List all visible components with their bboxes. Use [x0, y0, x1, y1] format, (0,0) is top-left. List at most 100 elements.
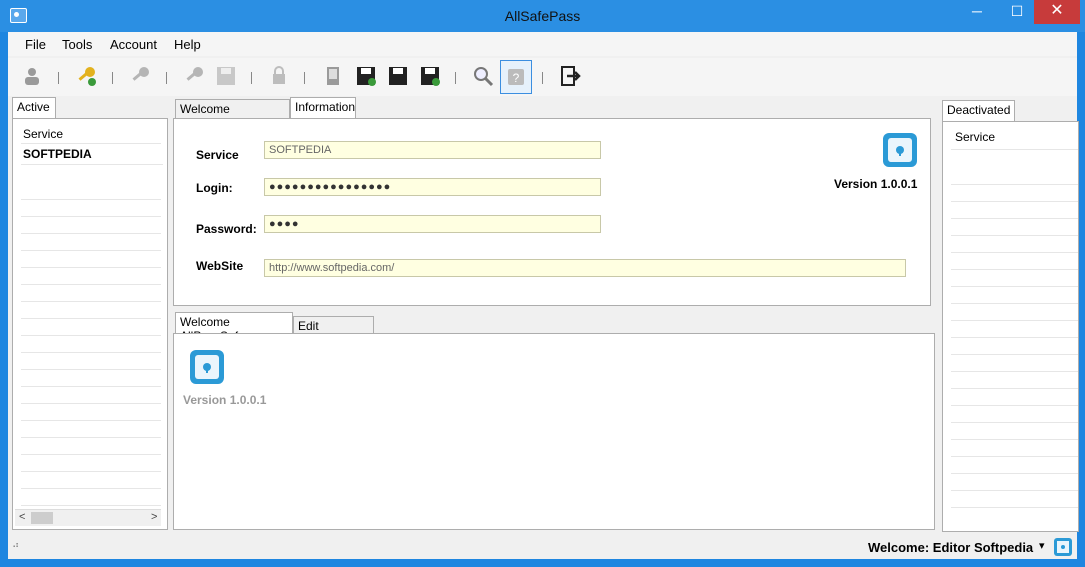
- tab-active[interactable]: Active: [12, 97, 56, 119]
- list-row: [951, 252, 1078, 270]
- list-row: [21, 284, 161, 302]
- horizontal-scrollbar[interactable]: < >: [15, 509, 161, 526]
- list-row: [951, 167, 1078, 185]
- service-field[interactable]: SOFTPEDIA: [264, 141, 601, 159]
- list-row: [951, 490, 1078, 508]
- list-row: [951, 132, 1078, 150]
- save-disabled-icon[interactable]: [214, 64, 238, 88]
- close-button[interactable]: ✕: [1034, 0, 1080, 24]
- list-row: [21, 437, 161, 455]
- lock-icon[interactable]: [267, 64, 291, 88]
- scroll-right-icon[interactable]: >: [151, 511, 157, 523]
- password-label: Password:: [196, 222, 257, 236]
- deactivated-list: Service: [942, 121, 1079, 532]
- scroll-thumb[interactable]: [31, 512, 53, 524]
- list-row: [951, 235, 1078, 253]
- list-row: [21, 250, 161, 268]
- toolbar-separator: [251, 72, 252, 84]
- list-row: [21, 369, 161, 387]
- service-label: Service: [196, 148, 239, 162]
- list-row: [21, 488, 161, 506]
- list-row: [21, 301, 161, 319]
- list-row: [21, 199, 161, 217]
- menu-bar: File Tools Account Help: [8, 32, 1077, 56]
- toolbar-separator: [112, 72, 113, 84]
- list-row: [951, 320, 1078, 338]
- list-row: [951, 286, 1078, 304]
- save-add-icon[interactable]: [354, 64, 378, 88]
- welcome-panel: Version 1.0.0.1: [173, 333, 935, 530]
- list-row: [21, 454, 161, 472]
- search-key-icon[interactable]: [183, 64, 207, 88]
- list-item[interactable]: SOFTPEDIA: [21, 147, 163, 165]
- save-export-icon[interactable]: [418, 64, 442, 88]
- menu-file[interactable]: File: [25, 37, 46, 52]
- list-row: [951, 354, 1078, 372]
- toolbar-separator: [166, 72, 167, 84]
- list-row: [951, 184, 1078, 202]
- login-field[interactable]: ●●●●●●●●●●●●●●●●: [264, 178, 601, 196]
- list-row: [21, 216, 161, 234]
- resize-grip-icon[interactable]: ⠴: [12, 540, 19, 551]
- website-field[interactable]: http://www.softpedia.com/: [264, 259, 906, 277]
- list-row: [21, 129, 161, 144]
- safe-logo-icon: [190, 350, 224, 384]
- list-row: [951, 201, 1078, 219]
- add-key-icon[interactable]: [75, 64, 99, 88]
- scroll-left-icon[interactable]: <: [19, 511, 25, 523]
- toolbar-separator: [542, 72, 543, 84]
- list-row: [951, 422, 1078, 440]
- list-row: [21, 420, 161, 438]
- title-bar[interactable]: AllSafePass ─ ☐ ✕: [0, 0, 1085, 32]
- list-row: [21, 403, 161, 421]
- tab-deactivated[interactable]: Deactivated: [942, 100, 1015, 122]
- information-panel: Service SOFTPEDIA Login: ●●●●●●●●●●●●●●●…: [173, 118, 931, 306]
- list-row: [951, 405, 1078, 423]
- list-row: [951, 218, 1078, 236]
- app-window: AllSafePass ─ ☐ ✕ File Tools Account Hel…: [0, 0, 1085, 567]
- version-label: Version 1.0.0.1: [834, 177, 918, 191]
- tab-edit-information[interactable]: Edit Information: [293, 316, 374, 347]
- list-row: [21, 471, 161, 489]
- status-bar: ⠴ Welcome: Editor Softpedia ▾: [8, 534, 1077, 559]
- help-icon[interactable]: ?: [500, 60, 532, 94]
- remove-key-icon[interactable]: [129, 64, 153, 88]
- list-row: [951, 269, 1078, 287]
- toolbar-separator: [304, 72, 305, 84]
- list-row: [21, 182, 161, 200]
- window-title: AllSafePass: [504, 8, 581, 24]
- maximize-button[interactable]: ☐: [1000, 0, 1034, 24]
- list-row: [21, 386, 161, 404]
- menu-help[interactable]: Help: [174, 37, 201, 52]
- list-row: [951, 371, 1078, 389]
- user-status[interactable]: Welcome: Editor Softpedia: [868, 540, 1033, 555]
- magnifier-icon[interactable]: [471, 64, 495, 88]
- bookmark-icon[interactable]: [321, 64, 345, 88]
- save-icon[interactable]: [386, 64, 410, 88]
- password-field[interactable]: ●●●●: [264, 215, 601, 233]
- menu-account[interactable]: Account: [110, 37, 157, 52]
- exit-icon[interactable]: [558, 64, 582, 88]
- safe-status-icon[interactable]: [1053, 537, 1073, 557]
- client-area: File Tools Account Help ? Active Service…: [8, 32, 1079, 559]
- list-row: [951, 439, 1078, 457]
- menu-tools[interactable]: Tools: [62, 37, 92, 52]
- add-user-icon[interactable]: [21, 64, 45, 88]
- list-row: [21, 335, 161, 353]
- list-row: [951, 388, 1078, 406]
- chevron-down-icon[interactable]: ▾: [1039, 539, 1045, 552]
- list-row: [951, 303, 1078, 321]
- list-row: [951, 456, 1078, 474]
- list-row: [21, 267, 161, 285]
- safe-logo-icon: [883, 133, 917, 167]
- toolbar-separator: [58, 72, 59, 84]
- toolbar: ?: [8, 58, 1077, 96]
- login-label: Login:: [196, 181, 233, 195]
- website-label: WebSite: [196, 259, 244, 273]
- tab-information[interactable]: Information: [290, 97, 356, 119]
- list-row: [21, 318, 161, 336]
- list-row: [951, 473, 1078, 491]
- tab-welcome[interactable]: Welcome AllPassSafe: [175, 99, 290, 130]
- tab-welcome-bottom[interactable]: Welcome AllPassSafe: [175, 312, 293, 343]
- minimize-button[interactable]: ─: [960, 0, 994, 24]
